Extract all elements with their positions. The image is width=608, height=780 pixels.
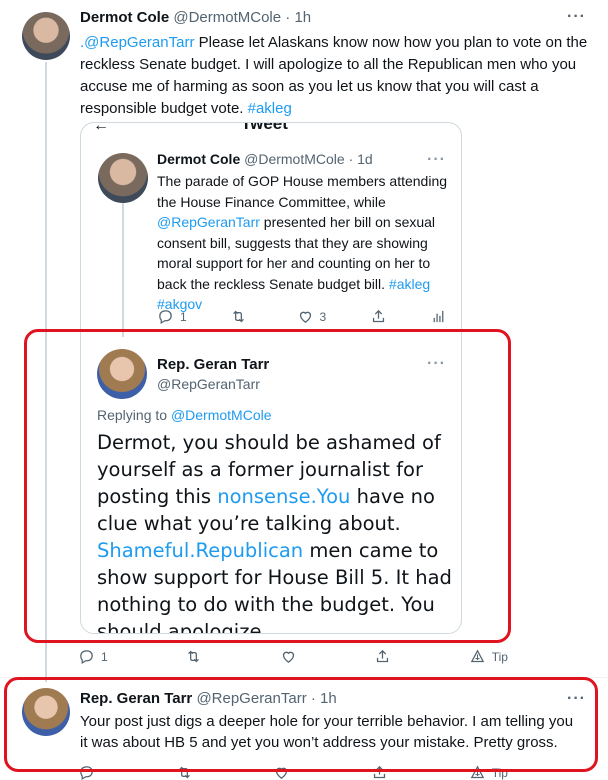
- like-button[interactable]: 3: [297, 308, 326, 325]
- highlight-box: [4, 677, 598, 772]
- share-button[interactable]: [374, 648, 391, 665]
- share-icon: [377, 649, 389, 663]
- avatar[interactable]: [22, 12, 70, 60]
- mention-link[interactable]: @RepGeranTarr: [157, 214, 260, 230]
- retweet-icon: [188, 650, 200, 663]
- heart-icon: [299, 311, 311, 323]
- retweet-button[interactable]: [230, 308, 253, 325]
- inner-tweet-actions: 1 3: [157, 308, 447, 325]
- analytics-button[interactable]: [430, 308, 447, 325]
- author-name[interactable]: Dermot Cole: [80, 9, 169, 26]
- analytics-icon: [433, 310, 444, 323]
- tweet-text: .@RepGeranTarr Please let Alaskans know …: [80, 32, 590, 120]
- retweet-icon: [233, 310, 245, 323]
- author-name[interactable]: Dermot Cole: [157, 151, 240, 167]
- author-handle[interactable]: @DermotMCole: [244, 151, 345, 167]
- hashtag-link[interactable]: #akleg: [248, 100, 292, 117]
- reply-button[interactable]: 1: [157, 308, 187, 325]
- more-options-icon[interactable]: ···: [567, 8, 586, 26]
- avatar[interactable]: [98, 153, 148, 203]
- reply-icon: [159, 310, 172, 325]
- inner-tweet-text: The parade of GOP House members attendin…: [157, 173, 448, 312]
- heart-icon: [282, 651, 294, 663]
- tweet-time[interactable]: · 1h: [285, 9, 311, 26]
- retweet-button[interactable]: [185, 648, 202, 665]
- inner-tweet-header: Dermot Cole @DermotMCole · 1d: [157, 151, 373, 167]
- reply-icon: [80, 650, 93, 665]
- share-button[interactable]: [370, 308, 387, 325]
- tweet-time[interactable]: · 1d: [349, 151, 373, 167]
- highlight-box: [24, 329, 511, 643]
- more-options-icon[interactable]: ···: [427, 151, 446, 169]
- like-button[interactable]: [280, 648, 297, 665]
- author-handle[interactable]: @DermotMCole: [173, 9, 281, 26]
- tweet-header: Dermot Cole @DermotMCole · 1h: [80, 9, 311, 26]
- inner-thread-line: [122, 203, 124, 337]
- tip-icon: [470, 649, 484, 663]
- card-header-title: Tweet: [241, 122, 288, 133]
- tip-button[interactable]: Tip: [469, 648, 508, 665]
- hashtag-link[interactable]: #akleg: [389, 276, 430, 292]
- tweet-actions: 1 Tip: [78, 648, 508, 665]
- mention-link[interactable]: .@RepGeranTarr: [80, 34, 194, 51]
- share-icon: [372, 309, 384, 323]
- reply-button[interactable]: 1: [78, 648, 108, 665]
- back-arrow-icon[interactable]: ←: [93, 123, 109, 135]
